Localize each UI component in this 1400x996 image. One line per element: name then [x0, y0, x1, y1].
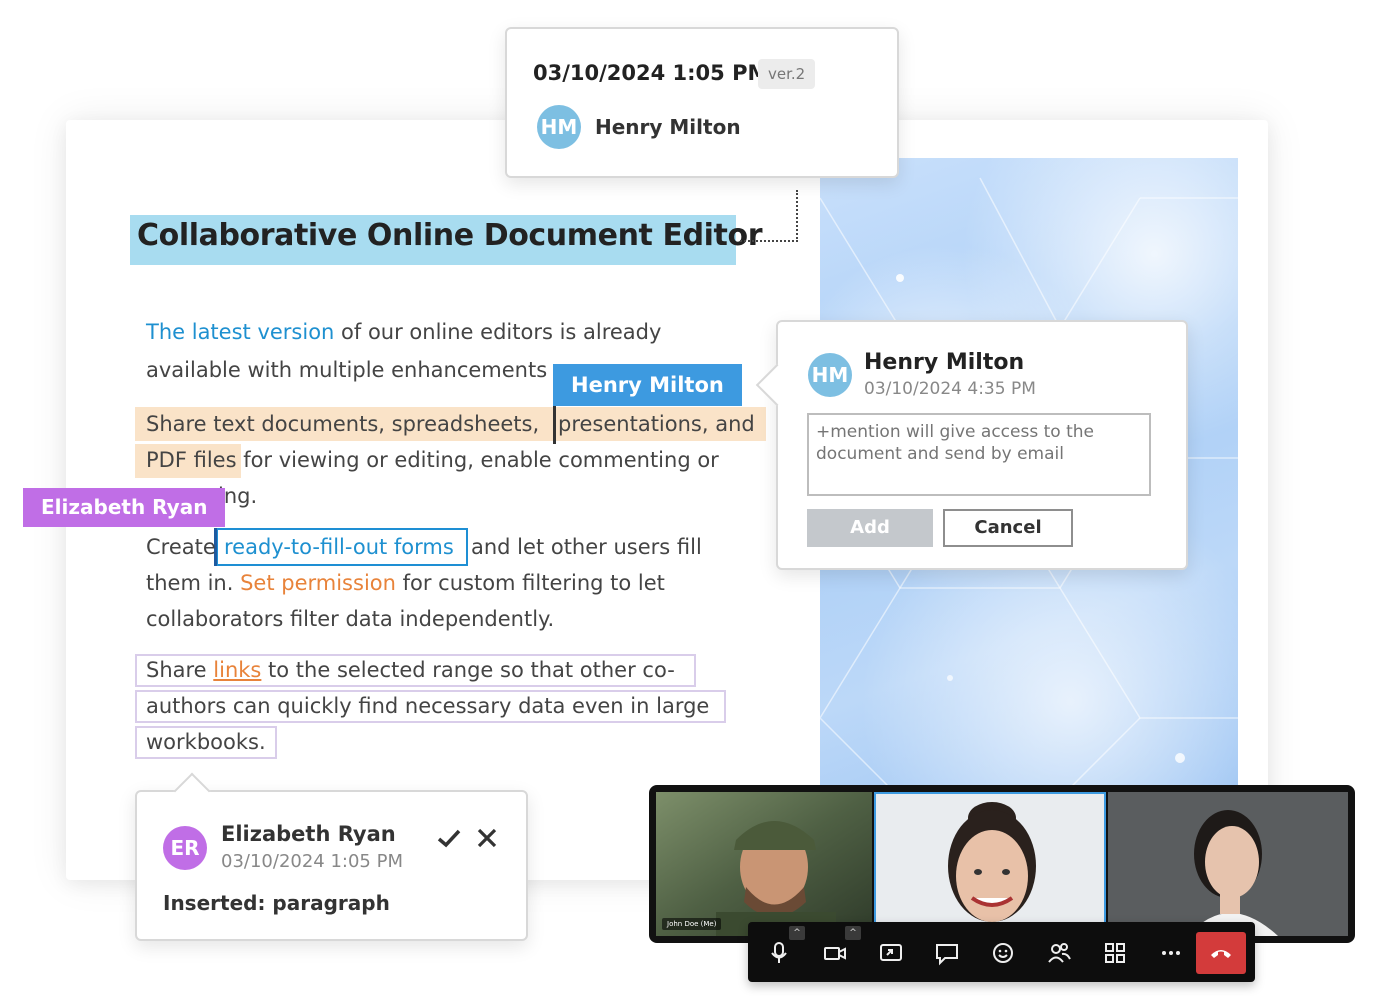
- version-history-popup: 03/10/2024 1:05 PM ver.2 HM Henry Milton: [505, 27, 899, 178]
- elizabeth-cursor-tag: Elizabeth Ryan: [23, 488, 226, 527]
- avatar: ER: [163, 826, 207, 870]
- paragraph-text: them in.: [146, 571, 241, 595]
- henry-cursor: [553, 404, 556, 444]
- paragraph-text: available with multiple enhancements: [146, 358, 548, 382]
- henry-cursor-tag: Henry Milton: [553, 364, 742, 406]
- add-comment-button[interactable]: Add: [807, 509, 933, 547]
- video-call-panel: John Doe (Me): [649, 785, 1355, 943]
- version-badge: ver.2: [758, 59, 816, 89]
- cancel-button[interactable]: Cancel: [943, 509, 1073, 547]
- participant-name-label: John Doe (Me): [662, 918, 722, 930]
- emoji-icon[interactable]: [988, 938, 1018, 968]
- participant-video-3[interactable]: [1108, 792, 1348, 936]
- change-description: Inserted: paragraph: [163, 891, 390, 915]
- ready-forms-link[interactable]: ready-to-fill-out forms: [224, 529, 454, 565]
- version-connector-line: [740, 190, 798, 242]
- comment-datetime: 03/10/2024 4:35 PM: [864, 379, 1036, 399]
- more-icon[interactable]: [1156, 938, 1186, 968]
- change-datetime: 03/10/2024 1:05 PM: [221, 851, 403, 872]
- paragraph-3-line-1-end: and let other users fill: [471, 535, 702, 559]
- links-link[interactable]: links: [213, 658, 261, 682]
- chat-icon[interactable]: [932, 938, 962, 968]
- participant-video-1[interactable]: John Doe (Me): [656, 792, 872, 936]
- set-permission-link[interactable]: Set permission: [240, 571, 396, 595]
- participants-icon[interactable]: [1044, 938, 1074, 968]
- paragraph-text: to the selected range so that other co-: [261, 658, 675, 682]
- share-screen-icon[interactable]: [876, 938, 906, 968]
- end-call-button[interactable]: [1196, 932, 1246, 974]
- paragraph-text: for custom filtering to let: [395, 571, 665, 595]
- paragraph-1-line-1: The latest version of our online editors…: [146, 314, 661, 350]
- paragraph-text: of our online editors is already: [334, 320, 662, 344]
- paragraph-1-line-2: available with multiple enhancements: [146, 352, 547, 388]
- change-author-name: Elizabeth Ryan: [221, 822, 396, 846]
- version-datetime: 03/10/2024 1:05 PM: [533, 61, 769, 85]
- paragraph-3-line-1-start: Create: [146, 535, 216, 559]
- comment-input[interactable]: [807, 413, 1151, 496]
- end-call-icon: [1211, 950, 1231, 958]
- track-change-popup: ER Elizabeth Ryan 03/10/2024 1:05 PM Ins…: [135, 772, 528, 941]
- close-icon[interactable]: [473, 824, 501, 852]
- check-icon[interactable]: [435, 824, 463, 852]
- paragraph-2-line-2: PDF files for viewing or editing, enable…: [146, 442, 719, 478]
- paragraph-3-line-2: them in. Set permission for custom filte…: [146, 565, 665, 601]
- paragraph-2-line-1b: presentations, and: [558, 412, 755, 436]
- paragraph-4-line-1: Share links to the selected range so tha…: [146, 652, 675, 688]
- microphone-icon[interactable]: [764, 938, 794, 968]
- paragraph-text: Share: [146, 658, 214, 682]
- paragraph-4-line-3: workbooks.: [146, 730, 266, 754]
- avatar: HM: [537, 105, 581, 149]
- paragraph-2-line-1a: Share text documents, spreadsheets,: [146, 412, 540, 436]
- layout-grid-icon[interactable]: [1100, 938, 1130, 968]
- paragraph-3-line-3: collaborators filter data independently.: [146, 607, 555, 631]
- paragraph-text: for viewing or editing, enable commentin…: [236, 448, 719, 472]
- comment-popup: HM Henry Milton 03/10/2024 4:35 PM Add C…: [755, 320, 1188, 570]
- document-title[interactable]: Collaborative Online Document Editor: [130, 215, 763, 265]
- version-author-name: Henry Milton: [595, 115, 741, 139]
- participant-video-2[interactable]: [874, 792, 1106, 936]
- call-toolbar: ^ ^: [748, 922, 1255, 982]
- pdf-files-highlight: PDF files: [146, 448, 237, 472]
- avatar: HM: [808, 353, 852, 397]
- comment-author-name: Henry Milton: [864, 350, 1025, 375]
- camera-icon[interactable]: [820, 938, 850, 968]
- paragraph-4-line-2: authors can quickly find necessary data …: [146, 694, 710, 718]
- latest-version-link[interactable]: The latest version: [146, 320, 334, 344]
